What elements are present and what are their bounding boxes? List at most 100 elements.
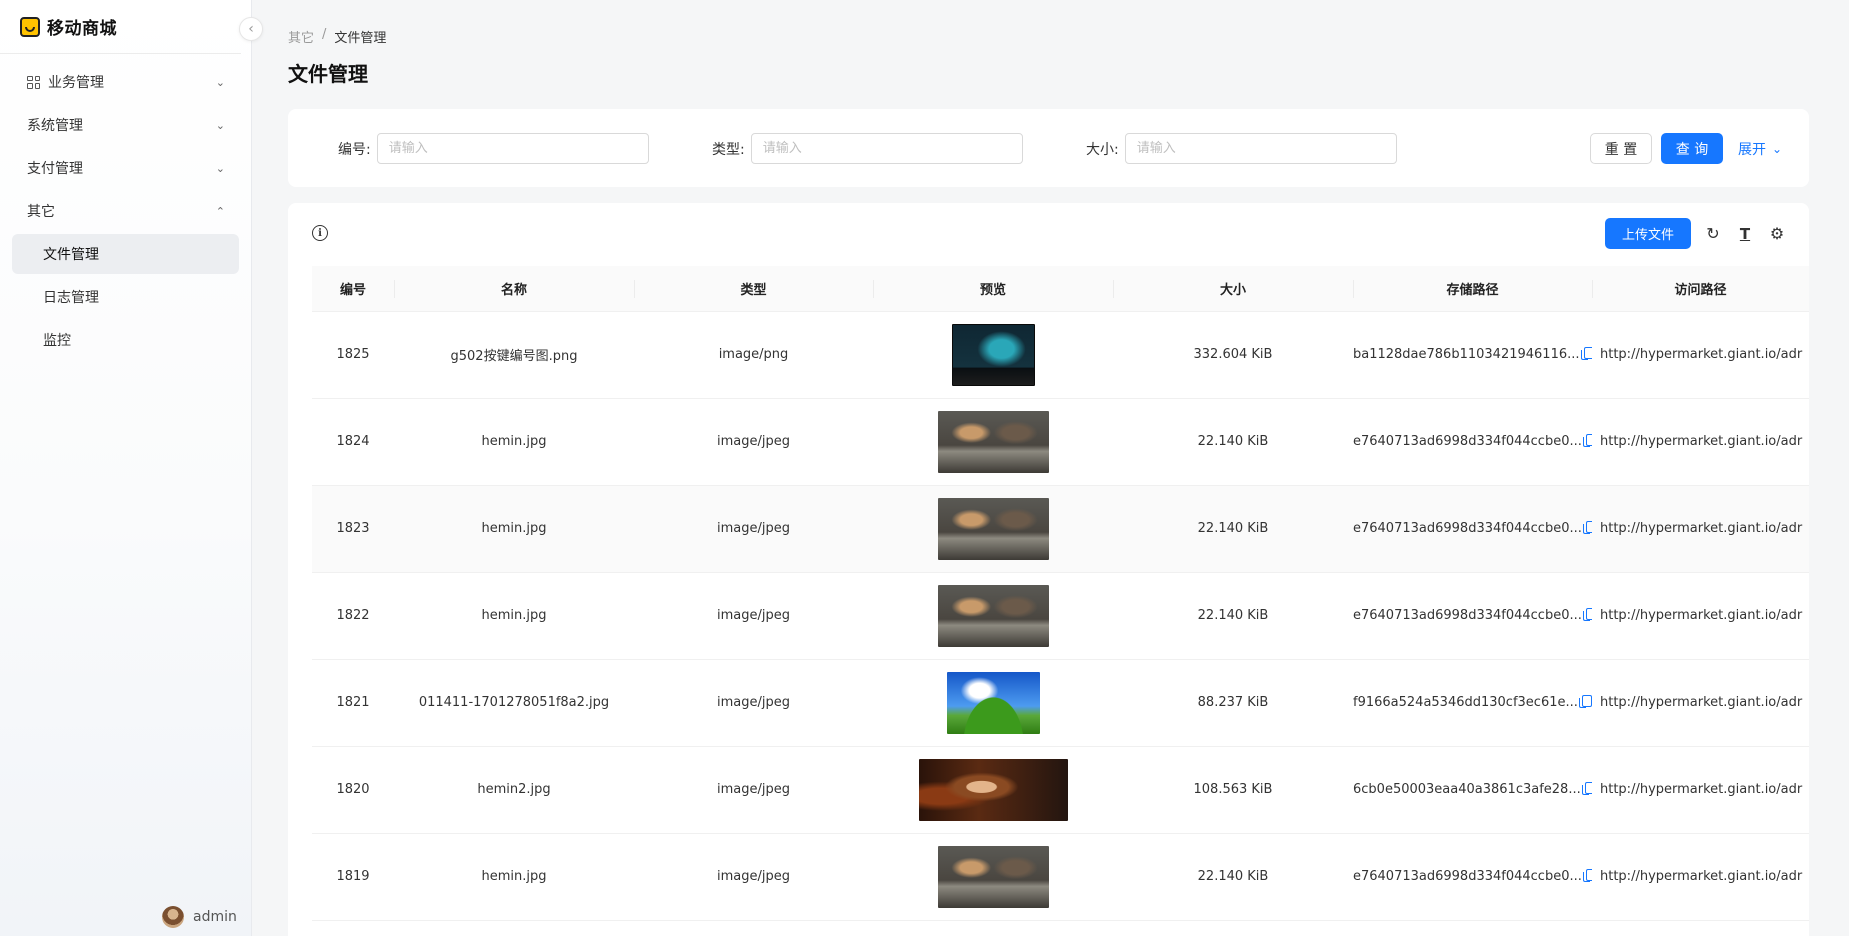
column-header-size: 大小: [1113, 266, 1353, 312]
table-row[interactable]: 1820 hemin2.jpg image/jpeg 108.563 KiB 6…: [312, 746, 1809, 834]
table-row[interactable]: 1823 hemin.jpg image/jpeg 22.140 KiB e76…: [312, 485, 1809, 573]
table-row[interactable]: 1822 hemin.jpg image/jpeg 22.140 KiB e76…: [312, 572, 1809, 660]
search-field-id: 编号:: [338, 133, 649, 164]
sidebar-item-other[interactable]: 其它 ⌃: [12, 191, 239, 231]
avatar: [162, 906, 184, 928]
storage-path-text: f9166a524a5346dd130cf3ec61e...: [1353, 695, 1578, 710]
copy-icon[interactable]: [1582, 521, 1592, 534]
cell-id: 1820: [312, 746, 394, 834]
cell-size: 22.140 KiB: [1113, 572, 1353, 660]
storage-path-text: e7640713ad6998d334f044ccbe0...: [1353, 434, 1582, 449]
cell-type: image/jpeg: [634, 746, 873, 834]
main-content: 其它 / 文件管理 文件管理 编号: 类型: 大小: 重 置 查 询 展开 ⌄ …: [253, 0, 1849, 936]
cell-preview: [873, 833, 1113, 921]
size-input[interactable]: [1124, 133, 1397, 164]
user-menu[interactable]: admin: [162, 906, 237, 928]
cell-name: hemin.jpg: [394, 572, 634, 660]
app-title: 移动商城: [47, 19, 117, 39]
grid-icon: [27, 75, 40, 89]
sidebar-item-monitor[interactable]: 监控: [12, 320, 239, 360]
submenu-other: 文件管理 日志管理 监控: [12, 234, 239, 360]
column-header-id: 编号: [312, 266, 394, 312]
user-name: admin: [193, 909, 237, 925]
type-input[interactable]: [750, 133, 1023, 164]
column-header-access-path: 访问路径: [1592, 266, 1809, 312]
column-header-storage-path: 存储路径: [1353, 266, 1592, 312]
copy-icon[interactable]: [1578, 695, 1592, 708]
column-header-type: 类型: [634, 266, 873, 312]
cell-name: g502按键编号图.png: [394, 311, 634, 399]
copy-icon[interactable]: [1582, 608, 1592, 621]
cell-type: image/jpeg: [634, 833, 873, 921]
copy-icon[interactable]: [1582, 434, 1592, 447]
preview-image[interactable]: [937, 410, 1049, 473]
field-label: 类型:: [712, 141, 745, 158]
brand[interactable]: 移动商城: [0, 0, 241, 54]
sidebar-item-log-management[interactable]: 日志管理: [12, 277, 239, 317]
sidebar-menu: 业务管理 ⌄ 系统管理 ⌄ 支付管理 ⌄ 其它 ⌃ 文件管理 日志管理 监控: [0, 54, 251, 371]
cell-type: image/jpeg: [634, 659, 873, 747]
chevron-down-icon: ⌄: [1771, 141, 1783, 156]
cell-access-path: http://hypermarket.giant.io/adr: [1592, 659, 1809, 747]
table-row[interactable]: 1825 g502按键编号图.png image/png 332.604 KiB…: [312, 311, 1809, 399]
cell-type: image/jpeg: [634, 572, 873, 660]
cell-size: 108.563 KiB: [1113, 746, 1353, 834]
chevron-up-icon: ⌃: [215, 204, 225, 218]
sidebar-item-business[interactable]: 业务管理 ⌄: [12, 62, 239, 102]
table-header-row: 编号 名称 类型 预览 大小 存储路径 访问路径: [312, 266, 1809, 312]
query-button[interactable]: 查 询: [1661, 133, 1723, 164]
id-input[interactable]: [376, 133, 649, 164]
preview-image[interactable]: [946, 671, 1040, 734]
cell-name: hemin.jpg: [394, 485, 634, 573]
cell-storage-path: e7640713ad6998d334f044ccbe0...: [1353, 485, 1592, 573]
copy-icon[interactable]: [1582, 869, 1592, 882]
upload-file-button[interactable]: 上传文件: [1605, 218, 1691, 249]
cell-storage-path: e7640713ad6998d334f044ccbe0...: [1353, 833, 1592, 921]
info-icon[interactable]: i: [312, 225, 328, 241]
sidebar-item-payment[interactable]: 支付管理 ⌄: [12, 148, 239, 188]
cell-id: 1825: [312, 311, 394, 399]
table-row[interactable]: 1819 hemin.jpg image/jpeg 22.140 KiB e76…: [312, 833, 1809, 921]
field-label: 编号:: [338, 141, 371, 158]
cell-id: 1819: [312, 833, 394, 921]
cell-access-path: http://hypermarket.giant.io/adr: [1592, 485, 1809, 573]
cell-name: hemin.jpg: [394, 833, 634, 921]
sidebar-item-system[interactable]: 系统管理 ⌄: [12, 105, 239, 145]
file-table: 编号 名称 类型 预览 大小 存储路径 访问路径 1825 g502按键编号图.…: [312, 266, 1809, 921]
column-height-icon[interactable]: T: [1735, 224, 1755, 244]
cell-preview: [873, 659, 1113, 747]
storage-path-text: e7640713ad6998d334f044ccbe0...: [1353, 608, 1582, 623]
field-label: 大小:: [1086, 141, 1119, 158]
preview-image[interactable]: [937, 497, 1049, 560]
cell-preview: [873, 398, 1113, 486]
cell-type: image/jpeg: [634, 398, 873, 486]
expand-button[interactable]: 展开 ⌄: [1730, 133, 1790, 164]
cell-access-path: http://hypermarket.giant.io/adr: [1592, 833, 1809, 921]
copy-icon[interactable]: [1580, 347, 1592, 360]
preview-image[interactable]: [937, 584, 1049, 647]
preview-image[interactable]: [951, 323, 1035, 386]
preview-image[interactable]: [918, 758, 1068, 821]
toolbar-actions: 上传文件 ↻ T ⚙: [1605, 218, 1787, 249]
app-logo-icon: [20, 16, 40, 37]
preview-image[interactable]: [937, 845, 1049, 908]
breadcrumb-current: 文件管理: [334, 31, 387, 46]
sidebar-item-file-management[interactable]: 文件管理: [12, 234, 239, 274]
cell-access-path: http://hypermarket.giant.io/adr: [1592, 311, 1809, 399]
breadcrumb: 其它 / 文件管理: [288, 27, 1811, 46]
reload-icon[interactable]: ↻: [1703, 224, 1723, 244]
table-row[interactable]: 1824 hemin.jpg image/jpeg 22.140 KiB e76…: [312, 398, 1809, 486]
setting-icon[interactable]: ⚙: [1767, 224, 1787, 244]
copy-icon[interactable]: [1581, 782, 1592, 795]
sidebar: 移动商城 业务管理 ⌄ 系统管理 ⌄ 支付管理 ⌄ 其它 ⌃ 文件管理 日志管理: [0, 0, 252, 936]
storage-path-text: e7640713ad6998d334f044ccbe0...: [1353, 521, 1582, 536]
breadcrumb-parent[interactable]: 其它: [288, 27, 314, 46]
breadcrumb-separator: /: [322, 27, 327, 42]
cell-id: 1824: [312, 398, 394, 486]
cell-preview: [873, 485, 1113, 573]
chevron-down-icon: ⌄: [215, 161, 225, 175]
reset-button[interactable]: 重 置: [1590, 133, 1652, 164]
cell-storage-path: e7640713ad6998d334f044ccbe0...: [1353, 572, 1592, 660]
search-field-type: 类型:: [712, 133, 1023, 164]
table-row[interactable]: 1821 011411-1701278051f8a2.jpg image/jpe…: [312, 659, 1809, 747]
